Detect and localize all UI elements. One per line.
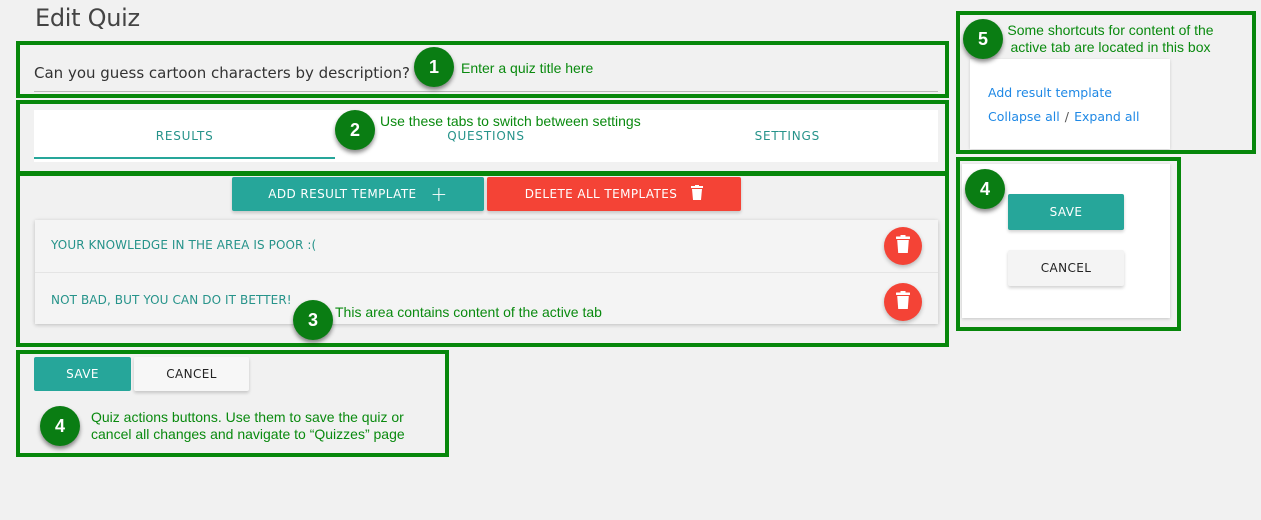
annotation-badge-3: 3 [293, 300, 333, 340]
annotation-box-tabs [16, 100, 949, 175]
annotation-badge-4-side: 4 [965, 169, 1005, 209]
annotation-note-1: Enter a quiz title here [461, 60, 594, 76]
annotation-note-5-line1: Some shortcuts for content of the [1007, 22, 1214, 38]
annotation-note-4-line1: Quiz actions buttons. Use them to save t… [91, 409, 404, 425]
page-title: Edit Quiz [35, 4, 140, 32]
annotation-badge-4: 4 [40, 406, 80, 446]
annotation-note-4: Quiz actions buttons. Use them to save t… [91, 409, 405, 443]
annotation-note-5-line2: active tab are located in this box [1010, 39, 1211, 55]
annotation-note-5: Some shortcuts for content of the active… [1007, 22, 1214, 56]
annotation-note-4-line2: cancel all changes and navigate to “Quiz… [91, 426, 405, 442]
annotation-note-2: Use these tabs to switch between setting… [380, 113, 641, 129]
annotation-badge-2: 2 [335, 110, 375, 150]
annotation-badge-1: 1 [414, 47, 454, 87]
annotation-note-3: This area contains content of the active… [335, 304, 602, 320]
annotation-badge-5: 5 [963, 19, 1003, 59]
